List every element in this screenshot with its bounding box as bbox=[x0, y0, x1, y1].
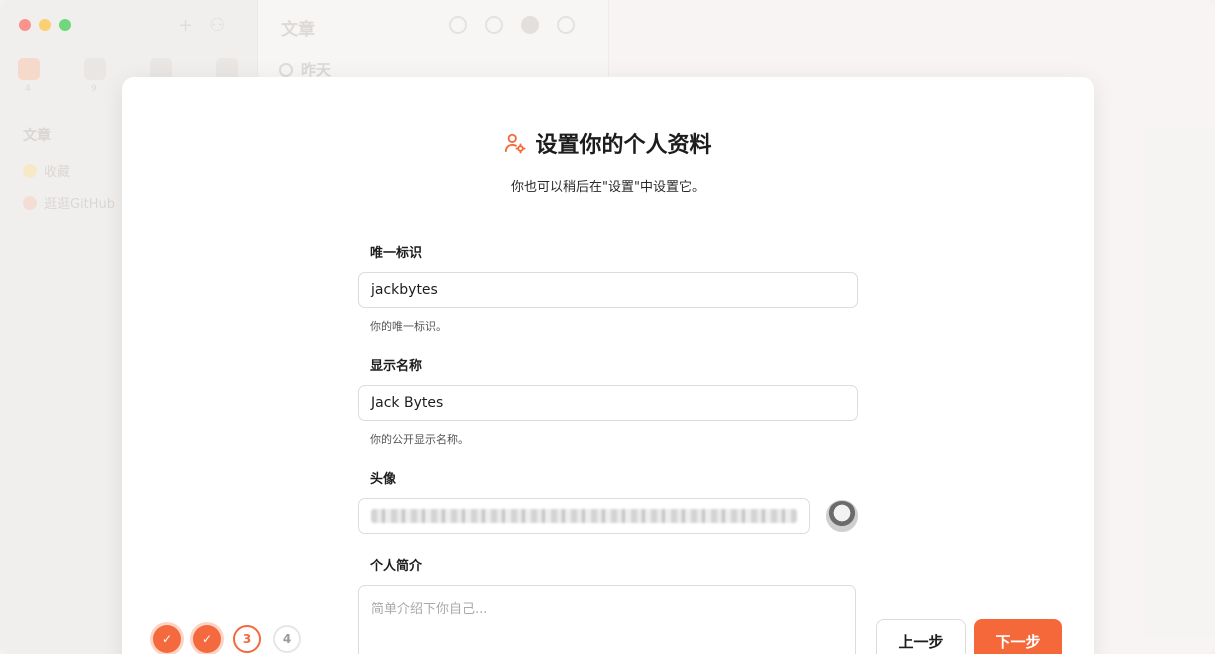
next-step-button[interactable]: 下一步 bbox=[974, 619, 1062, 654]
avatar-label: 头像 bbox=[370, 472, 397, 487]
bio-textarea[interactable]: 简单介绍下你自己... bbox=[358, 585, 856, 654]
blurred-avatar-url bbox=[371, 509, 797, 523]
app-window: + ⚇ 4 9 文章 收藏 逛逛GitHub 文章 昨天 设置你的个人资料 你也… bbox=[0, 0, 1215, 654]
step-indicator: ✓ ✓ 3 4 bbox=[153, 625, 301, 653]
profile-form: 唯一标识 jackbytes 你的唯一标识。 显示名称 Jack Bytes 你… bbox=[358, 242, 858, 654]
user-settings-icon bbox=[505, 133, 527, 154]
dialog-subtitle: 你也可以稍后在"设置"中设置它。 bbox=[511, 180, 705, 195]
bio-label: 个人简介 bbox=[370, 559, 423, 574]
handle-label: 唯一标识 bbox=[370, 246, 423, 261]
handle-help: 你的唯一标识。 bbox=[370, 320, 447, 333]
step-2-done: ✓ bbox=[193, 625, 221, 653]
avatar-preview bbox=[826, 500, 858, 532]
profile-setup-dialog: 设置你的个人资料 你也可以稍后在"设置"中设置它。 唯一标识 jackbytes… bbox=[122, 77, 1094, 654]
step-4-todo: 4 bbox=[273, 625, 301, 653]
step-1-done: ✓ bbox=[153, 625, 181, 653]
dialog-title: 设置你的个人资料 bbox=[535, 133, 712, 158]
display-name-help: 你的公开显示名称。 bbox=[370, 433, 469, 446]
avatar-row bbox=[358, 498, 858, 534]
display-name-input[interactable]: Jack Bytes bbox=[358, 385, 858, 421]
avatar-url-input[interactable] bbox=[358, 498, 810, 534]
previous-step-button[interactable]: 上一步 bbox=[876, 619, 966, 654]
dialog-header: 设置你的个人资料 bbox=[122, 127, 1094, 159]
display-name-label: 显示名称 bbox=[370, 359, 423, 374]
step-3-current: 3 bbox=[233, 625, 261, 653]
handle-input[interactable]: jackbytes bbox=[358, 272, 858, 308]
